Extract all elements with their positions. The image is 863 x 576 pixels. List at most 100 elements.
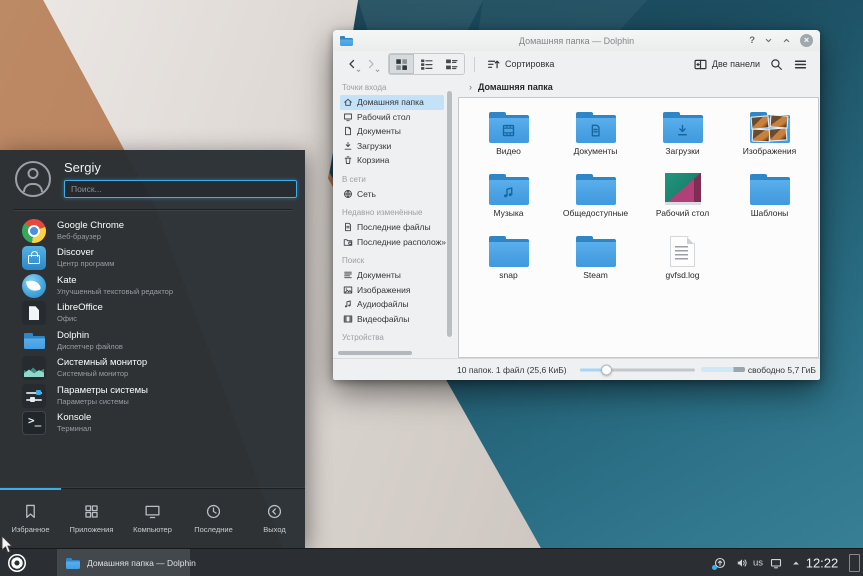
file-label: Документы [574,146,618,156]
trash-icon [343,155,353,165]
favorite-item[interactable]: Параметры системы Параметры системы [0,382,305,410]
search-button[interactable] [766,54,787,74]
back-button[interactable] [342,54,361,74]
places-item[interactable]: Аудиофайлы [340,297,444,312]
favorite-title: Параметры системы [57,386,148,397]
launcher-tab-Выход[interactable]: Выход [244,489,305,548]
places-item[interactable]: Домашняя папка [340,95,444,110]
places-item-label: Изображения [357,285,410,295]
file-item[interactable]: gvfsd.log [639,231,726,293]
folder-view[interactable]: Видео Документы Загрузки Изображения Муз… [458,97,819,358]
places-item[interactable]: Видеофайлы [340,312,444,327]
places-item[interactable]: Изображения [340,283,444,298]
items-summary: 10 папок. 1 файл (25,6 КиБ) [457,365,567,375]
places-item[interactable]: Последние располож» [340,235,444,250]
details-view-button[interactable] [414,54,439,74]
favorite-item[interactable]: Dolphin Диспетчер файлов [0,327,305,355]
menu-button[interactable] [790,54,811,74]
favorite-title: Google Chrome [57,221,124,232]
favorite-item[interactable]: Discover Центр программ [0,245,305,273]
tree-view-icon [445,58,458,71]
places-horizontal-scrollbar[interactable] [338,351,412,355]
file-item[interactable]: snap [465,231,552,293]
keyboard-layout-indicator[interactable]: us [753,557,763,568]
file-item[interactable]: Документы [552,107,639,169]
places-item-label: Документы [357,270,401,280]
places-vertical-scrollbar[interactable] [447,91,452,337]
file-item[interactable]: Загрузки [639,107,726,169]
forward-button[interactable] [361,54,380,74]
chrome-icon [22,219,46,243]
file-label: Общедоступные [563,208,628,218]
places-item[interactable]: Рабочий стол [340,110,444,125]
titlebar[interactable]: Домашняя папка — Dolphin ? × [333,30,820,51]
toolbar: Сортировка Две панели [333,51,820,77]
icons-view-button[interactable] [389,54,414,74]
file-item[interactable]: Музыка [465,169,552,231]
favorite-title: LibreOffice [57,303,103,314]
notification-badge [712,565,717,570]
icons-view-icon [395,58,408,71]
file-item[interactable]: Шаблоны [726,169,813,231]
places-item[interactable]: Сеть [340,187,444,202]
taskbar-task-dolphin[interactable]: Домашняя папка — Dolphin [57,549,190,576]
window-controls: ? × [740,34,813,47]
tree-view-button[interactable] [439,54,464,74]
launcher-tab-Компьютер[interactable]: Компьютер [122,489,183,548]
file-item[interactable]: Видео [465,107,552,169]
zoom-slider[interactable] [580,364,695,375]
discover-icon [22,246,46,270]
system-monitor-icon [22,356,46,380]
places-item[interactable]: Документы [340,124,444,139]
favorite-item[interactable]: >_ Konsole Терминал [0,410,305,438]
split-view-icon [694,58,707,71]
free-space-label: свободно 5,7 ГиБ [748,365,816,375]
monitor-icon [144,503,161,520]
favorite-item[interactable]: Kate Улучшенный текстовый редактор [0,272,305,300]
places-item[interactable]: Корзина [340,153,444,168]
volume-tray-icon[interactable] [736,557,748,569]
favorite-item[interactable]: Системный монитор Системный монитор [0,355,305,383]
breadcrumb[interactable]: › Домашняя папка [458,77,820,97]
folder-documents-icon [576,112,616,143]
favorite-subtitle: Офис [57,315,103,323]
show-desktop-button[interactable] [849,554,860,572]
places-item[interactable]: Загрузки [340,139,444,154]
zoom-slider-knob[interactable] [601,364,612,375]
file-item[interactable]: Общедоступные [552,169,639,231]
text-file-icon [670,236,695,267]
file-item[interactable]: Изображения [726,107,813,169]
launcher-tab-Последние[interactable]: Последние [183,489,244,548]
folder-downloads-icon [663,112,703,143]
places-item-label: Последние располож» [357,237,446,247]
launcher-tab-Приложения[interactable]: Приложения [61,489,122,548]
folder-icon [576,236,616,267]
file-item[interactable]: Рабочий стол [639,169,726,231]
file-item[interactable]: Steam [552,231,639,293]
places-item[interactable]: Последние файлы [340,220,444,235]
updates-tray-icon[interactable] [714,557,726,569]
clipboard-tray-icon[interactable] [770,557,782,569]
file-label: Музыка [493,208,523,218]
favorite-subtitle: Центр программ [57,260,114,268]
download-overlay-icon [663,118,703,142]
favorite-subtitle: Параметры системы [57,398,148,406]
favorite-item[interactable]: Google Chrome Веб-браузер [0,217,305,245]
help-button[interactable]: ? [749,35,755,46]
split-view-button[interactable]: Две панели [691,54,763,74]
maximize-button[interactable] [782,36,791,45]
details-view-icon [420,58,433,71]
favorite-item[interactable]: LibreOffice Офис [0,300,305,328]
places-section: Точки входаДомашняя папкаРабочий столДок… [340,83,444,168]
home-icon [343,97,353,107]
sort-button[interactable]: Сортировка [484,54,557,74]
video-icon [343,314,353,324]
minimize-button[interactable] [764,36,773,45]
search-input[interactable] [64,180,297,198]
user-avatar[interactable] [15,161,51,197]
launcher-tab-label: Последние [194,525,233,534]
launcher-tab-label: Приложения [70,525,114,534]
clock[interactable]: 12:22 [800,555,844,570]
places-item[interactable]: Документы [340,268,444,283]
close-button[interactable]: × [800,34,813,47]
